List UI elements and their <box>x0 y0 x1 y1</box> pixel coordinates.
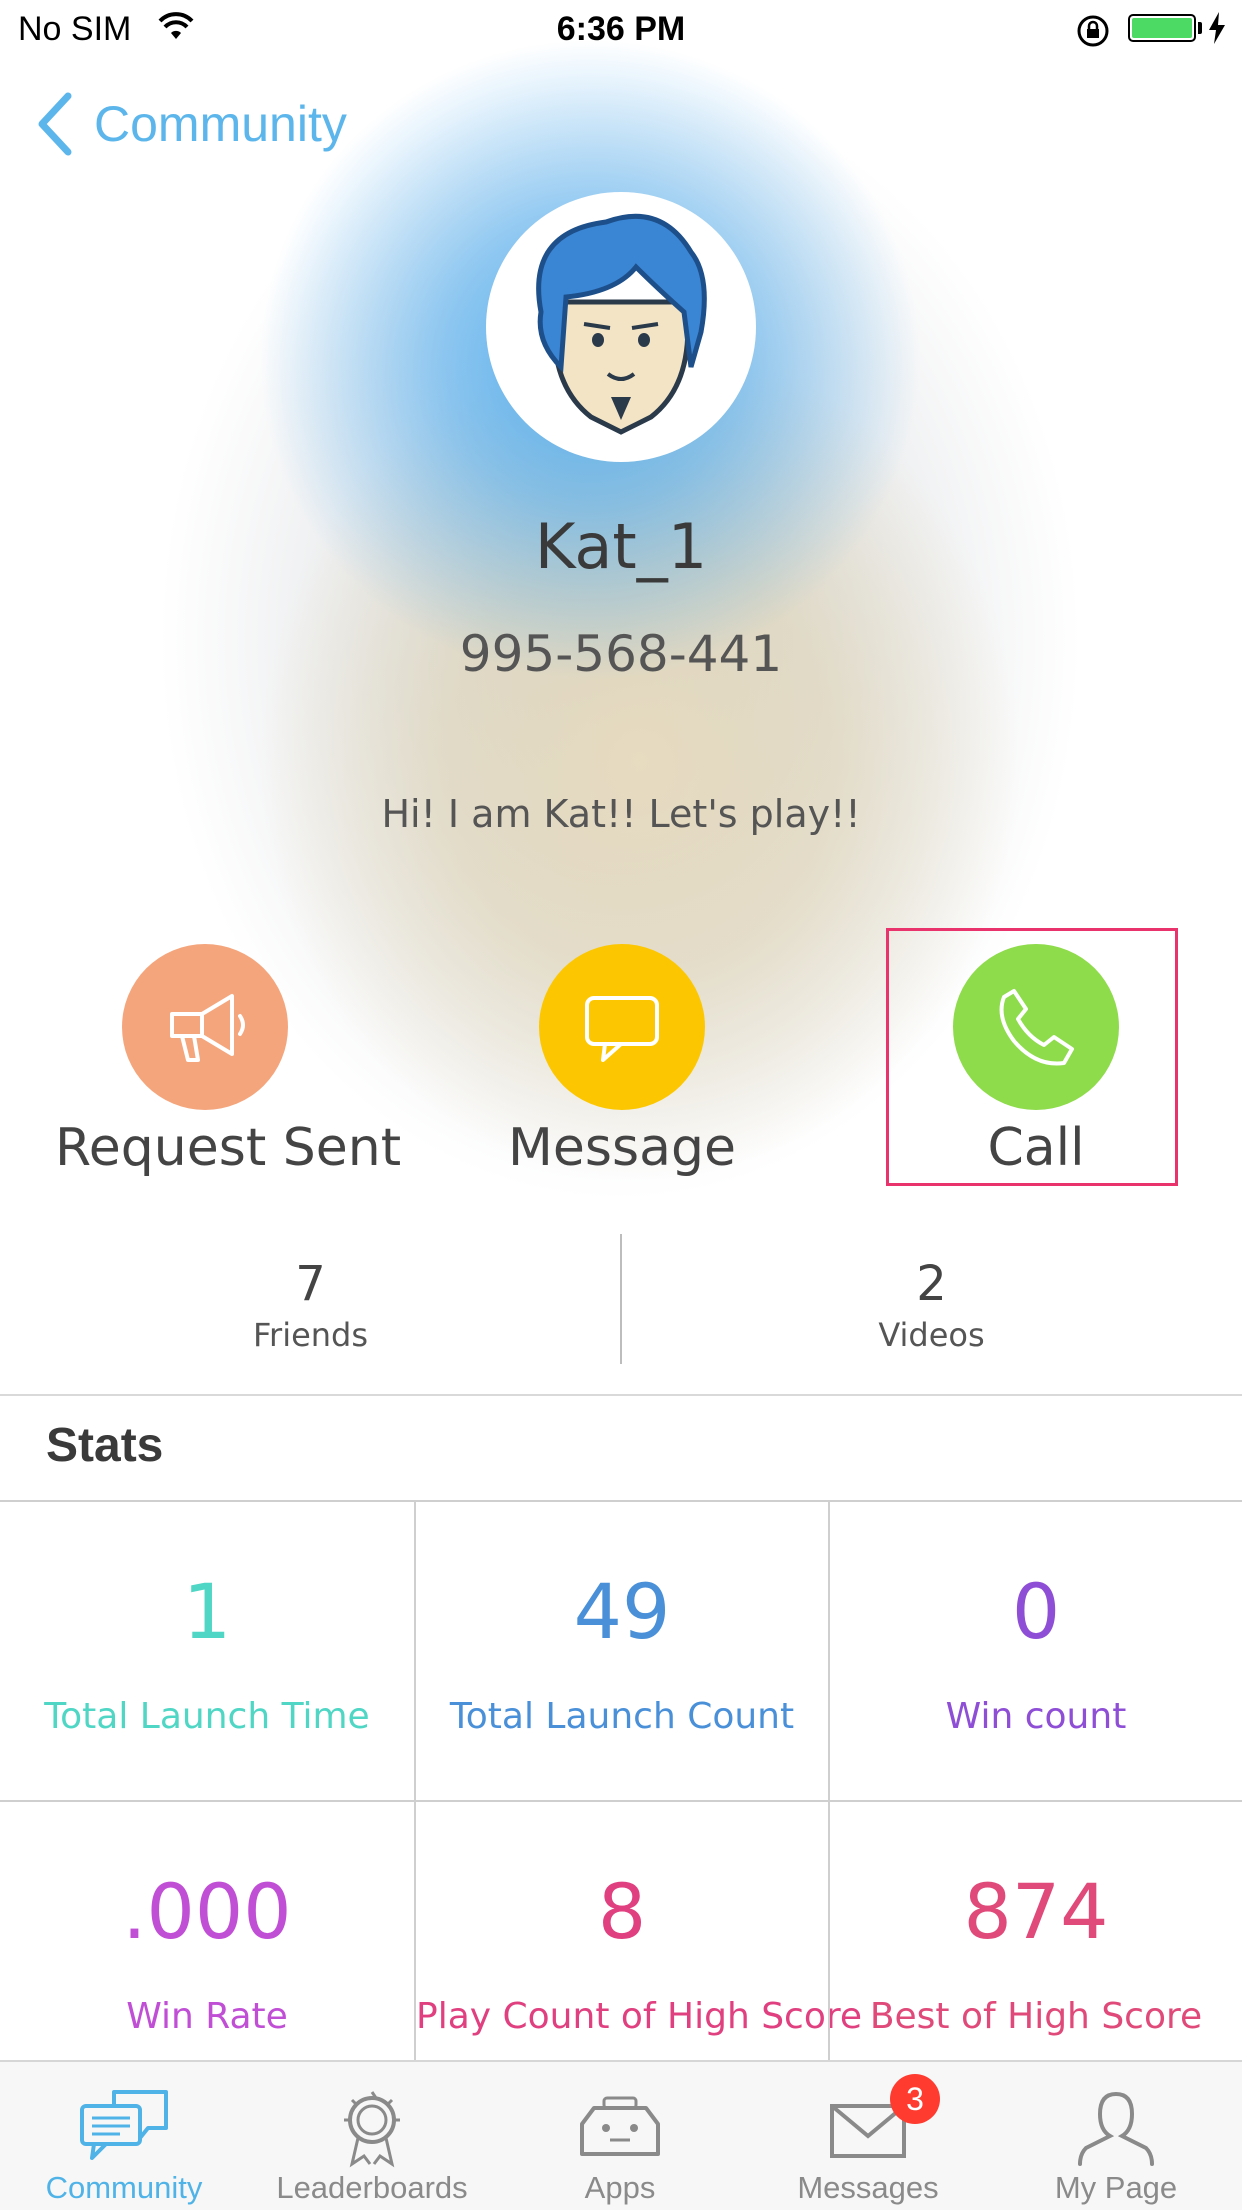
friends-count[interactable]: 7 Friends <box>0 1256 621 1354</box>
status-bar: No SIM 6:36 PM <box>0 0 1242 60</box>
stats-grid: 1 Total Launch Time 49 Total Launch Coun… <box>0 1500 1242 2102</box>
stat-total-launch-count: 49 Total Launch Count <box>414 1502 828 1802</box>
back-button[interactable]: Community <box>34 92 347 156</box>
tab-community-label: Community <box>45 2170 203 2205</box>
stat-label: Win Rate <box>126 1995 288 2037</box>
message-button[interactable]: Message <box>472 944 772 1178</box>
megaphone-icon <box>170 994 245 1062</box>
message-label: Message <box>508 1118 736 1178</box>
stat-value: 874 <box>963 1867 1109 1956</box>
request-sent-circle <box>122 944 288 1110</box>
friends-count-label: Friends <box>252 1315 369 1354</box>
stat-value: 8 <box>597 1867 647 1956</box>
stat-value: .000 <box>122 1867 292 1956</box>
tab-apps[interactable]: Apps <box>496 2062 744 2210</box>
stat-value: 49 <box>573 1567 671 1656</box>
profile-header: No SIM 6:36 PM Community Kat_1 995-568-4… <box>0 0 1242 1200</box>
community-icon <box>80 2090 168 2160</box>
stat-label: Total Launch Count <box>449 1695 795 1737</box>
stat-label: Best of High Score <box>869 1995 1203 2037</box>
speech-bubble-icon <box>585 996 659 1062</box>
tab-messages[interactable]: 3 Messages <box>744 2062 992 2210</box>
tab-leaderboards-label: Leaderboards <box>276 2170 468 2205</box>
battery-tip <box>1198 22 1202 34</box>
stat-value: 0 <box>1011 1567 1061 1656</box>
my-page-icon <box>1078 2092 1154 2166</box>
tab-leaderboards[interactable]: Leaderboards <box>248 2062 496 2210</box>
stat-best-high-score: 874 Best of High Score <box>828 1802 1242 2102</box>
stat-value: 1 <box>182 1567 232 1656</box>
stat-win-count: 0 Win count <box>828 1502 1242 1802</box>
stat-label: Win count <box>945 1695 1127 1737</box>
counts-bar: 7 Friends 2 Videos <box>0 1200 1242 1396</box>
tab-my-page[interactable]: My Page <box>992 2062 1240 2210</box>
call-highlight-frame <box>886 928 1178 1186</box>
chevron-left-icon <box>38 92 72 156</box>
tab-my-page-label: My Page <box>1054 2170 1178 2205</box>
avatar <box>486 192 756 462</box>
videos-count-label: Videos <box>878 1315 985 1354</box>
tab-messages-label: Messages <box>797 2170 939 2205</box>
stat-label: Play Count of High Score <box>416 1995 863 2037</box>
tab-bar: Community Leaderboards Apps 3 Messages M… <box>0 2060 1242 2210</box>
stat-label: Total Launch Time <box>44 1695 370 1737</box>
message-circle <box>539 944 705 1110</box>
request-sent-button[interactable]: Request Sent <box>55 944 402 1178</box>
profile-phone: 995-568-441 <box>459 625 783 683</box>
stats-title: Stats <box>46 1419 164 1472</box>
battery-icon <box>1128 14 1196 42</box>
avatar-illustration <box>536 213 707 435</box>
tab-apps-label: Apps <box>584 2170 656 2205</box>
charging-icon <box>1209 12 1225 44</box>
rotation-lock-icon <box>1077 15 1109 47</box>
profile-bio: Hi! I am Kat!! Let's play!! <box>381 792 861 836</box>
back-label: Community <box>94 96 347 152</box>
friends-count-value: 7 <box>295 1256 326 1312</box>
messages-badge: 3 <box>890 2074 940 2124</box>
tab-community[interactable]: Community <box>0 2062 248 2210</box>
videos-count-value: 2 <box>916 1256 947 1312</box>
stat-win-rate: .000 Win Rate <box>0 1802 414 2102</box>
videos-count[interactable]: 2 Videos <box>621 1256 1242 1354</box>
leaderboards-icon <box>344 2091 400 2168</box>
profile-name: Kat_1 <box>534 510 708 583</box>
apps-icon <box>580 2096 660 2156</box>
stat-play-count-high-score: 8 Play Count of High Score <box>414 1802 863 2102</box>
request-sent-label: Request Sent <box>55 1118 402 1178</box>
stat-total-launch-time: 1 Total Launch Time <box>0 1502 414 1802</box>
clock: 6:36 PM <box>556 10 686 48</box>
